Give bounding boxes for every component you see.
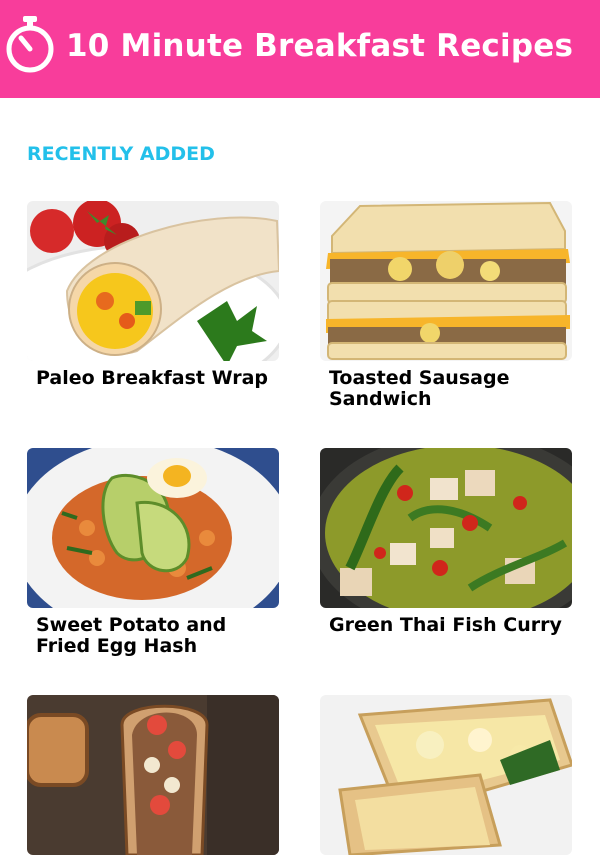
app-title: 10 Minute Breakfast Recipes <box>66 28 574 64</box>
sweet-potato-hash-image[interactable] <box>27 448 279 608</box>
section-title: RECENTLY ADDED <box>27 143 215 165</box>
breakfast-quesadilla-image[interactable] <box>320 695 572 855</box>
breakfast-wrap-image[interactable] <box>27 201 279 361</box>
stopwatch-icon <box>6 16 54 73</box>
banana-toast-image[interactable] <box>27 695 279 855</box>
recipe-title[interactable]: Paleo Breakfast Wrap <box>36 368 274 389</box>
recipe-title[interactable]: Green Thai Fish Curry <box>329 615 567 636</box>
app-header: 10 Minute Breakfast Recipes <box>0 0 600 98</box>
thai-curry-image[interactable] <box>320 448 572 608</box>
sausage-sandwich-image[interactable] <box>320 201 572 361</box>
recipe-title[interactable]: Sweet Potato and Fried Egg Hash <box>36 615 274 657</box>
recipe-title[interactable]: Toasted Sausage Sandwich <box>329 368 567 410</box>
